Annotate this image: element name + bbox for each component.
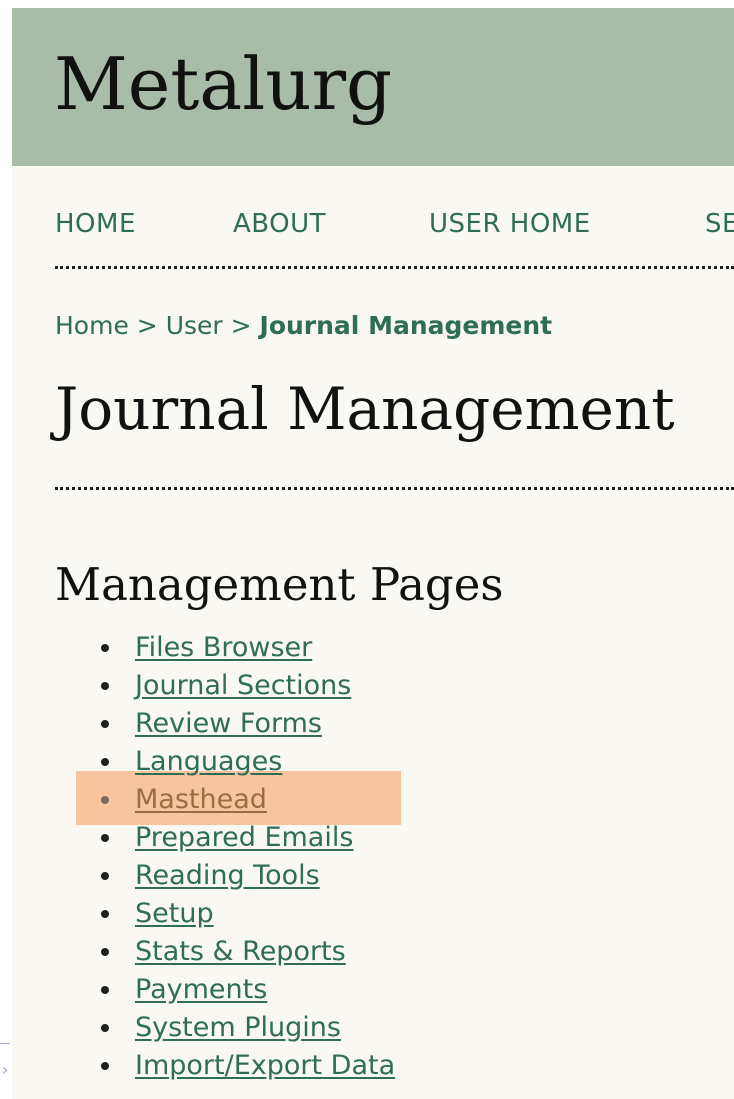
site-header: Metalurg xyxy=(12,8,734,166)
list-item: Setup xyxy=(12,895,395,933)
management-pages-list: Files Browser Journal Sections Review Fo… xyxy=(12,629,395,1085)
list-item: System Plugins xyxy=(12,1009,395,1047)
bullet-icon xyxy=(101,644,109,652)
link-languages[interactable]: Languages xyxy=(135,746,282,777)
breadcrumb: Home > User > Journal Management xyxy=(55,310,552,342)
link-payments[interactable]: Payments xyxy=(135,974,267,1005)
breadcrumb-user[interactable]: User xyxy=(166,311,223,340)
breadcrumb-separator: > xyxy=(136,311,158,340)
list-item: Files Browser xyxy=(12,629,395,667)
list-item: Payments xyxy=(12,971,395,1009)
list-item: Review Forms xyxy=(12,705,395,743)
link-journal-sections[interactable]: Journal Sections xyxy=(135,670,351,701)
site-title[interactable]: Metalurg xyxy=(54,48,392,120)
chevron-right-icon: › xyxy=(2,1060,9,1079)
nav-home[interactable]: HOME xyxy=(55,208,136,240)
link-masthead[interactable]: Masthead xyxy=(135,784,267,815)
list-item: Reading Tools xyxy=(12,857,395,895)
section-title: Management Pages xyxy=(55,558,504,611)
bullet-icon xyxy=(101,720,109,728)
bullet-icon xyxy=(101,910,109,918)
link-reading-tools[interactable]: Reading Tools xyxy=(135,860,320,891)
breadcrumb-home[interactable]: Home xyxy=(55,311,129,340)
bullet-icon xyxy=(101,834,109,842)
list-item: Masthead xyxy=(12,781,395,819)
bullet-icon xyxy=(101,796,109,804)
title-divider xyxy=(55,487,734,490)
bullet-icon xyxy=(101,1024,109,1032)
bullet-icon xyxy=(101,986,109,994)
link-prepared-emails[interactable]: Prepared Emails xyxy=(135,822,353,853)
breadcrumb-current[interactable]: Journal Management xyxy=(260,311,553,340)
link-setup[interactable]: Setup xyxy=(135,898,214,929)
bullet-icon xyxy=(101,1062,109,1070)
list-item: Stats & Reports xyxy=(12,933,395,971)
bullet-icon xyxy=(101,872,109,880)
link-review-forms[interactable]: Review Forms xyxy=(135,708,322,739)
nav-search[interactable]: SE xyxy=(705,208,734,240)
bullet-icon xyxy=(101,682,109,690)
list-item: Import/Export Data xyxy=(12,1047,395,1085)
nav-about[interactable]: ABOUT xyxy=(233,208,326,240)
nav-divider xyxy=(55,266,734,269)
journal-page: Metalurg HOME ABOUT USER HOME SE Home > … xyxy=(12,8,734,1099)
bullet-icon xyxy=(101,758,109,766)
page-title: Journal Management xyxy=(55,375,675,443)
link-import-export-data[interactable]: Import/Export Data xyxy=(135,1050,395,1081)
link-system-plugins[interactable]: System Plugins xyxy=(135,1012,341,1043)
list-item: Journal Sections xyxy=(12,667,395,705)
nav-user-home[interactable]: USER HOME xyxy=(429,208,591,240)
breadcrumb-separator: > xyxy=(230,311,252,340)
bullet-icon xyxy=(101,948,109,956)
list-item: Prepared Emails xyxy=(12,819,395,857)
list-item: Languages xyxy=(12,743,395,781)
link-files-browser[interactable]: Files Browser xyxy=(135,632,312,663)
link-stats-reports[interactable]: Stats & Reports xyxy=(135,936,346,967)
